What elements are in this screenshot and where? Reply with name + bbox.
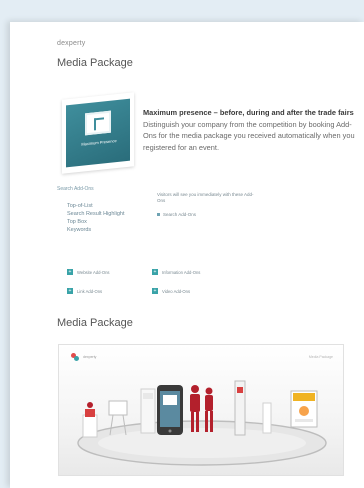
section-title: Media Package xyxy=(57,317,133,329)
addons-screenshot: Search Add-Ons Top-of-List Search Result… xyxy=(57,184,267,304)
tall-banner xyxy=(234,380,246,436)
pillar-display xyxy=(262,402,272,434)
hero-box-label: Maximum Presence xyxy=(81,138,117,147)
left-display-stand xyxy=(82,402,98,438)
tablet-screen-icon xyxy=(290,390,318,428)
document-page: dexperty Media Package Maximum Presence … xyxy=(10,22,364,488)
intro-text: Distinguish your company from the compet… xyxy=(143,119,355,152)
plus-icon: + xyxy=(67,288,73,294)
addons-list: Top-of-List Search Result Highlight Top … xyxy=(67,202,147,234)
media-package-illustration: dexperty Media Package xyxy=(58,344,344,476)
addons-search: Search Add-Ons xyxy=(157,212,196,217)
smartphone-icon xyxy=(157,385,183,435)
box-logo-icon xyxy=(85,110,111,136)
addons-note: Visitors will see you immediately with t… xyxy=(157,192,254,203)
plus-icon: + xyxy=(152,288,158,294)
addons-title: Search Add-Ons xyxy=(57,186,94,192)
addon-chip-link: + Link Add-Ons xyxy=(67,288,103,294)
addon-item: Keywords xyxy=(67,227,92,233)
hero-box-front: Maximum Presence xyxy=(66,98,130,168)
addon-item: Search Result Highlight xyxy=(67,211,125,217)
page-title: Media Package xyxy=(57,57,133,69)
plus-icon: + xyxy=(67,269,73,275)
info-panel xyxy=(140,388,156,434)
addon-chip-website: + Website Add-Ons xyxy=(67,269,110,275)
intro-paragraph: Maximum presence – before, during and af… xyxy=(143,107,358,153)
addon-item: Top Box xyxy=(67,219,87,225)
intro-headline: Maximum presence – before, during and af… xyxy=(143,108,354,117)
exhibition-scene xyxy=(77,380,327,466)
addon-item: Top-of-List xyxy=(67,203,93,209)
plus-icon: + xyxy=(152,269,158,275)
brand-name: dexperty xyxy=(57,40,86,47)
stage-floor xyxy=(98,428,306,458)
addon-chip-video: + Video Add-Ons xyxy=(152,288,191,294)
addon-chip-information: + Information Add-Ons xyxy=(152,269,201,275)
hero-box-image: Maximum Presence xyxy=(62,92,134,174)
